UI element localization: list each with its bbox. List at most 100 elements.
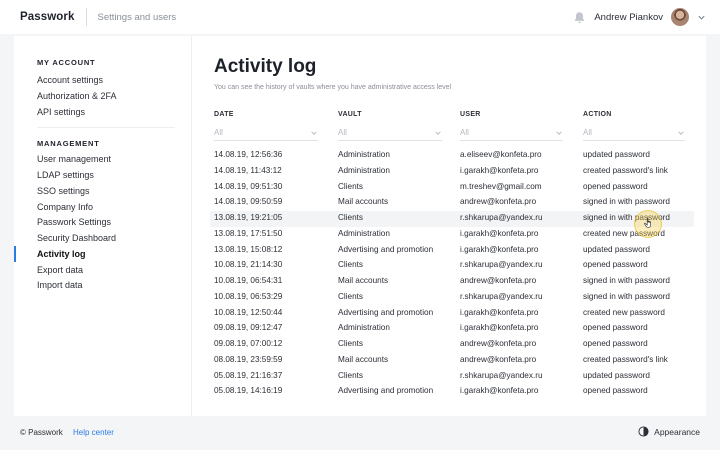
activity-log-panel: Activity log You can see the history of … <box>210 36 694 416</box>
user-area: Andrew Piankov <box>573 0 706 34</box>
table-row[interactable]: 05.08.19, 21:16:37 Clients r.shkarupa@yand… <box>210 369 694 385</box>
chevron-down-icon <box>435 131 441 135</box>
sidebar-item-passwork-settings[interactable]: Passwork Settings <box>37 215 111 229</box>
user-cell: r.shkarupa@yandex.ru <box>460 260 543 270</box>
chevron-down-icon <box>556 131 562 135</box>
sidebar-item-account-settings[interactable]: Account settings <box>37 73 103 87</box>
help-center-link[interactable]: Help center <box>73 428 114 437</box>
date-cell: 10.08.19, 06:54:31 <box>214 276 283 285</box>
action-cell: opened password <box>583 181 648 191</box>
column-header-action[interactable]: ACTION <box>583 111 612 118</box>
sidebar-item-activity-log[interactable]: Activity log <box>37 247 86 261</box>
user-cell: r.shkarupa@yandex.ru <box>460 291 543 301</box>
sidebar-item-security-dashboard[interactable]: Security Dashboard <box>37 231 116 245</box>
table-row[interactable]: 14.08.19, 11:43:12 Administration i.garakh… <box>210 164 694 180</box>
column-header-date[interactable]: DATE <box>214 111 234 118</box>
vault-cell: Clients <box>338 339 364 348</box>
table-row[interactable]: 10.08.19, 06:53:29 Clients r.shkarupa@yand… <box>210 290 694 306</box>
vault-cell: Administration <box>338 323 390 333</box>
sidebar-item-ldap-settings[interactable]: LDAP settings <box>37 168 94 182</box>
copyright-text: © Passwork <box>20 428 63 437</box>
table-row[interactable]: 08.08.19, 23:59:59 Mail accounts andrew@ko… <box>210 353 694 369</box>
user-cell: andrew@konfeta.pro <box>460 339 537 348</box>
vault-cell: Clients <box>338 213 364 222</box>
table-row[interactable]: 13.08.19, 15:08:12 Advertising and promot… <box>210 243 694 259</box>
user-cell: i.garakh@konfeta.pro <box>460 323 539 333</box>
column-header-vault[interactable]: VAULT <box>338 111 362 118</box>
action-cell: opened password <box>583 386 648 396</box>
date-cell: 14.08.19, 09:51:30 <box>214 181 283 191</box>
user-cell: andrew@konfeta.pro <box>460 276 537 285</box>
action-cell: updated password <box>583 244 650 254</box>
action-cell: created password's link <box>583 354 668 364</box>
date-cell: 13.08.19, 17:51:50 <box>214 228 283 238</box>
action-cell: updated password <box>583 150 650 159</box>
user-name[interactable]: Andrew Piankov <box>594 12 663 23</box>
action-cell: created new password <box>583 307 665 317</box>
user-cell: andrew@konfeta.pro <box>460 354 537 364</box>
table-row[interactable]: 14.08.19, 09:50:59 Mail accounts andrew@ko… <box>210 195 694 211</box>
user-cell: i.garakh@konfeta.pro <box>460 244 539 254</box>
user-cell: andrew@konfeta.pro <box>460 197 537 207</box>
bell-icon[interactable] <box>573 11 586 24</box>
chevron-down-icon <box>678 131 684 135</box>
app-logo[interactable]: Passwork <box>20 11 75 23</box>
action-filter-select[interactable]: All <box>583 125 685 141</box>
date-filter-select[interactable]: All <box>214 125 318 141</box>
table-row[interactable]: 14.08.19, 12:56:36 Administration a.elisee… <box>210 148 694 164</box>
vault-cell: Advertising and promotion <box>338 244 434 254</box>
date-cell: 13.08.19, 19:21:05 <box>214 213 283 222</box>
header-subtitle: Settings and users <box>97 11 177 23</box>
header-divider <box>85 8 87 26</box>
date-cell: 14.08.19, 11:43:12 <box>214 165 282 175</box>
page-subtitle: You can see the history of vaults where … <box>214 84 452 91</box>
user-cell: i.garakh@konfeta.pro <box>460 228 539 238</box>
date-cell: 10.08.19, 21:14:30 <box>214 260 283 270</box>
date-cell: 10.08.19, 12:50:44 <box>214 307 283 317</box>
user-cell: m.treshev@gmail.com <box>460 181 542 191</box>
table-row[interactable]: 05.08.19, 14:16:19 Advertising and promot… <box>210 384 694 400</box>
sidebar-item-export-data[interactable]: Export data <box>37 263 83 277</box>
footer: © Passwork Help center Appearance <box>0 422 720 444</box>
sidebar-item-sso-settings[interactable]: SSO settings <box>37 184 90 198</box>
column-header-user[interactable]: USER <box>460 111 481 118</box>
user-filter-select[interactable]: All <box>460 125 563 141</box>
pointer-hand-icon <box>644 217 651 228</box>
user-cell: r.shkarupa@yandex.ru <box>460 213 543 222</box>
vault-cell: Advertising and promotion <box>338 386 434 396</box>
date-cell: 08.08.19, 23:59:59 <box>214 354 283 364</box>
action-cell: created password's link <box>583 165 668 175</box>
sidebar-item-authorization[interactable]: Authorization & 2FA <box>37 89 117 103</box>
sidebar: MY ACCOUNT Account settings Authorizatio… <box>14 36 192 416</box>
vault-cell: Administration <box>338 165 390 175</box>
user-cell: a.eliseev@konfeta.pro <box>460 150 542 159</box>
vault-cell: Clients <box>338 291 364 301</box>
action-cell: updated password <box>583 370 650 380</box>
action-filter-value: All <box>583 128 592 137</box>
user-filter-value: All <box>460 128 469 137</box>
sidebar-item-import-data[interactable]: Import data <box>37 278 83 292</box>
table-row[interactable]: 10.08.19, 12:50:44 Advertising and promot… <box>210 306 694 322</box>
sidebar-item-api-settings[interactable]: API settings <box>37 105 85 119</box>
table-row[interactable]: 09.08.19, 09:12:47 Administration i.garakh… <box>210 321 694 337</box>
table-row[interactable]: 10.08.19, 21:14:30 Clients r.shkarupa@yand… <box>210 258 694 274</box>
table-row[interactable]: 13.08.19, 19:21:05 Clients r.shkarupa@yand… <box>210 211 694 227</box>
table-row[interactable]: 09.08.19, 07:00:12 Clients andrew@konfeta.… <box>210 337 694 353</box>
action-cell: opened password <box>583 323 648 333</box>
date-cell: 09.08.19, 09:12:47 <box>214 323 283 333</box>
table-row[interactable]: 13.08.19, 17:51:50 Administration i.garakh… <box>210 227 694 243</box>
avatar[interactable] <box>671 8 689 26</box>
chevron-down-icon[interactable] <box>697 13 706 22</box>
sidebar-item-user-management[interactable]: User management <box>37 152 111 166</box>
table-row[interactable]: 10.08.19, 06:54:31 Mail accounts andrew@ko… <box>210 274 694 290</box>
page-title: Activity log <box>214 56 317 77</box>
vault-cell: Clients <box>338 181 364 191</box>
user-cell: i.garakh@konfeta.pro <box>460 386 539 396</box>
table-row[interactable]: 14.08.19, 09:51:30 Clients m.treshev@gmail… <box>210 180 694 196</box>
vault-filter-select[interactable]: All <box>338 125 442 141</box>
appearance-button[interactable]: Appearance <box>638 426 700 437</box>
sidebar-item-company-info[interactable]: Company Info <box>37 200 93 214</box>
chevron-down-icon <box>311 131 317 135</box>
active-indicator <box>14 246 16 262</box>
date-filter-value: All <box>214 128 223 137</box>
